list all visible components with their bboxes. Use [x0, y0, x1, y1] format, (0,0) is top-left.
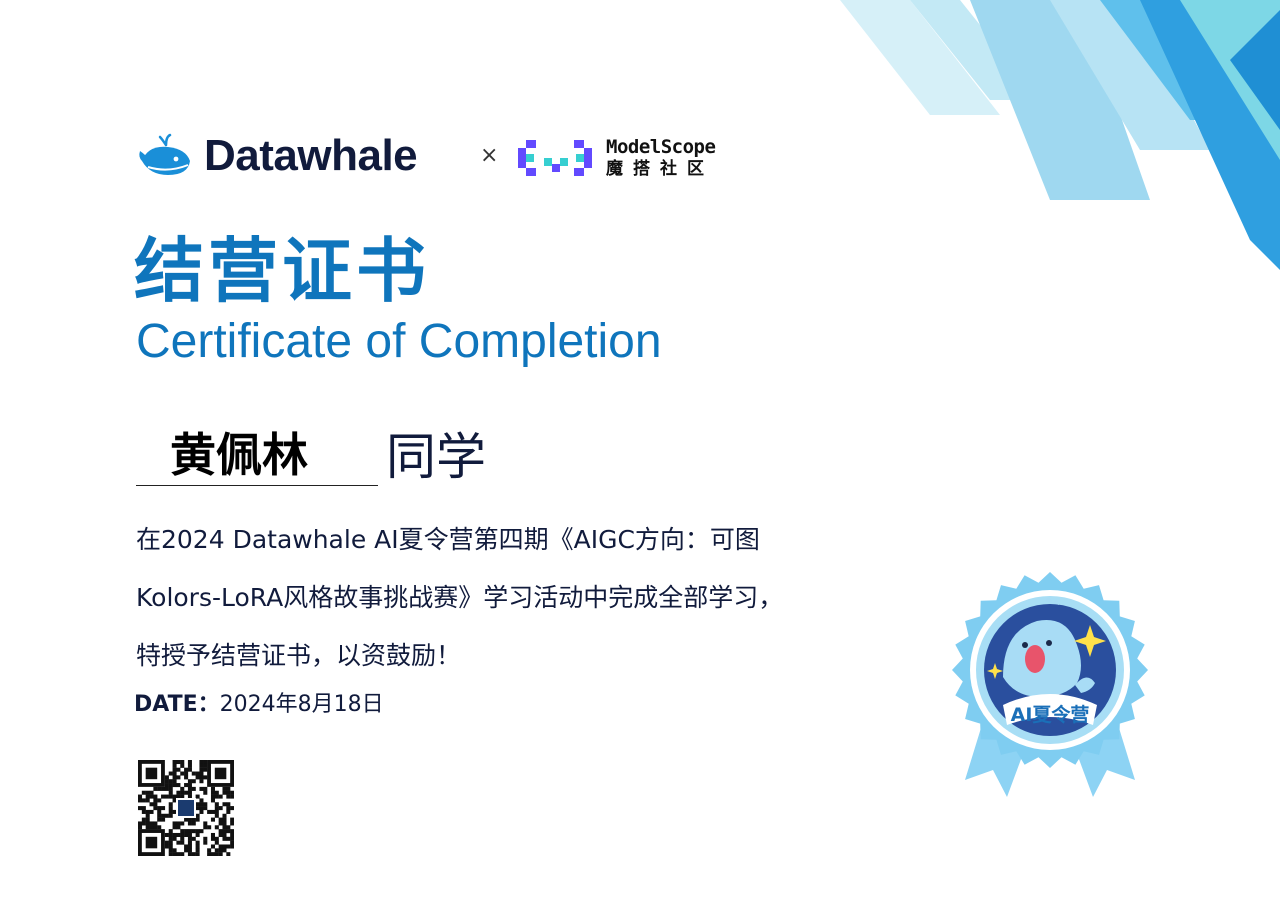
ai-summer-camp-badge: AI夏令营 [952, 572, 1148, 797]
datawhale-wordmark: Datawhale [204, 131, 418, 180]
recipient-name: 黄佩林 [170, 428, 308, 482]
modelscope-icon [518, 140, 592, 176]
modelscope-chinese-name: 魔搭社区 [606, 159, 714, 179]
body-text-line-2: Kolors-LoRA风格故事挑战赛》学习活动中完成全部学习， [136, 583, 784, 612]
date-value: 2024年8月18日 [219, 692, 384, 717]
recipient-suffix: 同学 [386, 428, 486, 486]
body-text-line-3: 特授予结营证书，以资鼓励！ [136, 641, 462, 670]
badge-text: AI夏令营 [1011, 703, 1090, 726]
modelscope-logo: ModelScope 魔搭社区 [518, 134, 748, 182]
certificate-title-english: Certificate of Completion [136, 315, 662, 368]
date-label: DATE： [134, 692, 220, 717]
name-underline [136, 485, 378, 486]
body-text-line-1: 在2024 Datawhale AI夏令营第四期《AIGC方向：可图 [136, 525, 760, 554]
datawhale-logo: Datawhale [138, 128, 458, 184]
qr-code [138, 760, 234, 856]
issue-date: DATE：2024年8月18日 [134, 694, 384, 716]
collaboration-times-symbol: × [480, 143, 499, 168]
modelscope-wordmark: ModelScope [606, 136, 716, 158]
whale-icon [139, 133, 190, 175]
certificate-title-chinese: 结营证书 [134, 230, 430, 312]
corner-decoration [840, 0, 1280, 270]
